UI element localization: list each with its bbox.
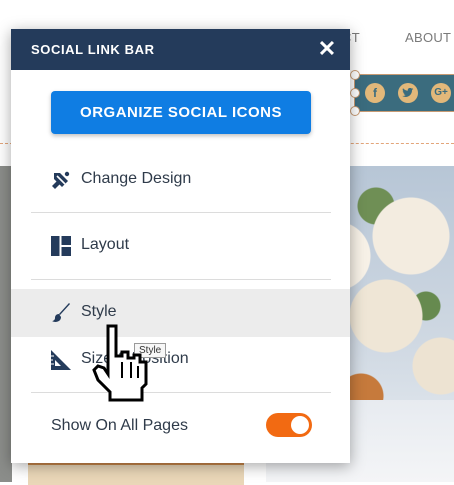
social-link-bar-widget[interactable]: f G+ <box>354 74 454 112</box>
close-icon[interactable]: ✕ <box>316 38 338 60</box>
divider <box>31 392 331 393</box>
divider <box>31 279 331 280</box>
paint-roller-icon <box>51 170 71 190</box>
menu-item-label: Style <box>81 303 117 320</box>
resize-handle[interactable] <box>350 106 360 116</box>
show-on-all-pages-label: Show On All Pages <box>51 417 188 434</box>
menu-item-layout[interactable]: Layout <box>11 222 350 270</box>
google-plus-icon[interactable]: G+ <box>431 83 451 103</box>
menu-item-change-design[interactable]: Change Design <box>11 156 350 204</box>
layout-grid-icon <box>51 236 71 256</box>
social-link-bar-panel: SOCIAL LINK BAR ✕ ORGANIZE SOCIAL ICONS … <box>11 29 350 463</box>
panel-header: SOCIAL LINK BAR ✕ <box>11 29 350 70</box>
menu-item-label: Layout <box>81 236 130 253</box>
resize-handle[interactable] <box>350 88 360 98</box>
divider <box>31 212 331 213</box>
menu-item-style[interactable]: Style <box>11 289 350 337</box>
paint-brush-icon <box>51 303 71 323</box>
organize-social-icons-button[interactable]: ORGANIZE SOCIAL ICONS <box>51 91 311 134</box>
nav-about-link[interactable]: ABOUT <box>405 30 451 45</box>
panel-title: SOCIAL LINK BAR <box>31 42 155 57</box>
ruler-triangle-icon <box>51 350 71 370</box>
menu-item-label: Change Design <box>81 170 192 187</box>
resize-handle[interactable] <box>350 70 360 80</box>
hand-pointer-cursor-icon <box>92 324 148 402</box>
twitter-icon[interactable] <box>398 83 418 103</box>
facebook-icon[interactable]: f <box>365 83 385 103</box>
menu-item-size-position[interactable]: Size & Position <box>11 336 350 384</box>
toggle-knob <box>291 416 309 434</box>
show-on-all-pages-toggle[interactable] <box>266 413 312 437</box>
